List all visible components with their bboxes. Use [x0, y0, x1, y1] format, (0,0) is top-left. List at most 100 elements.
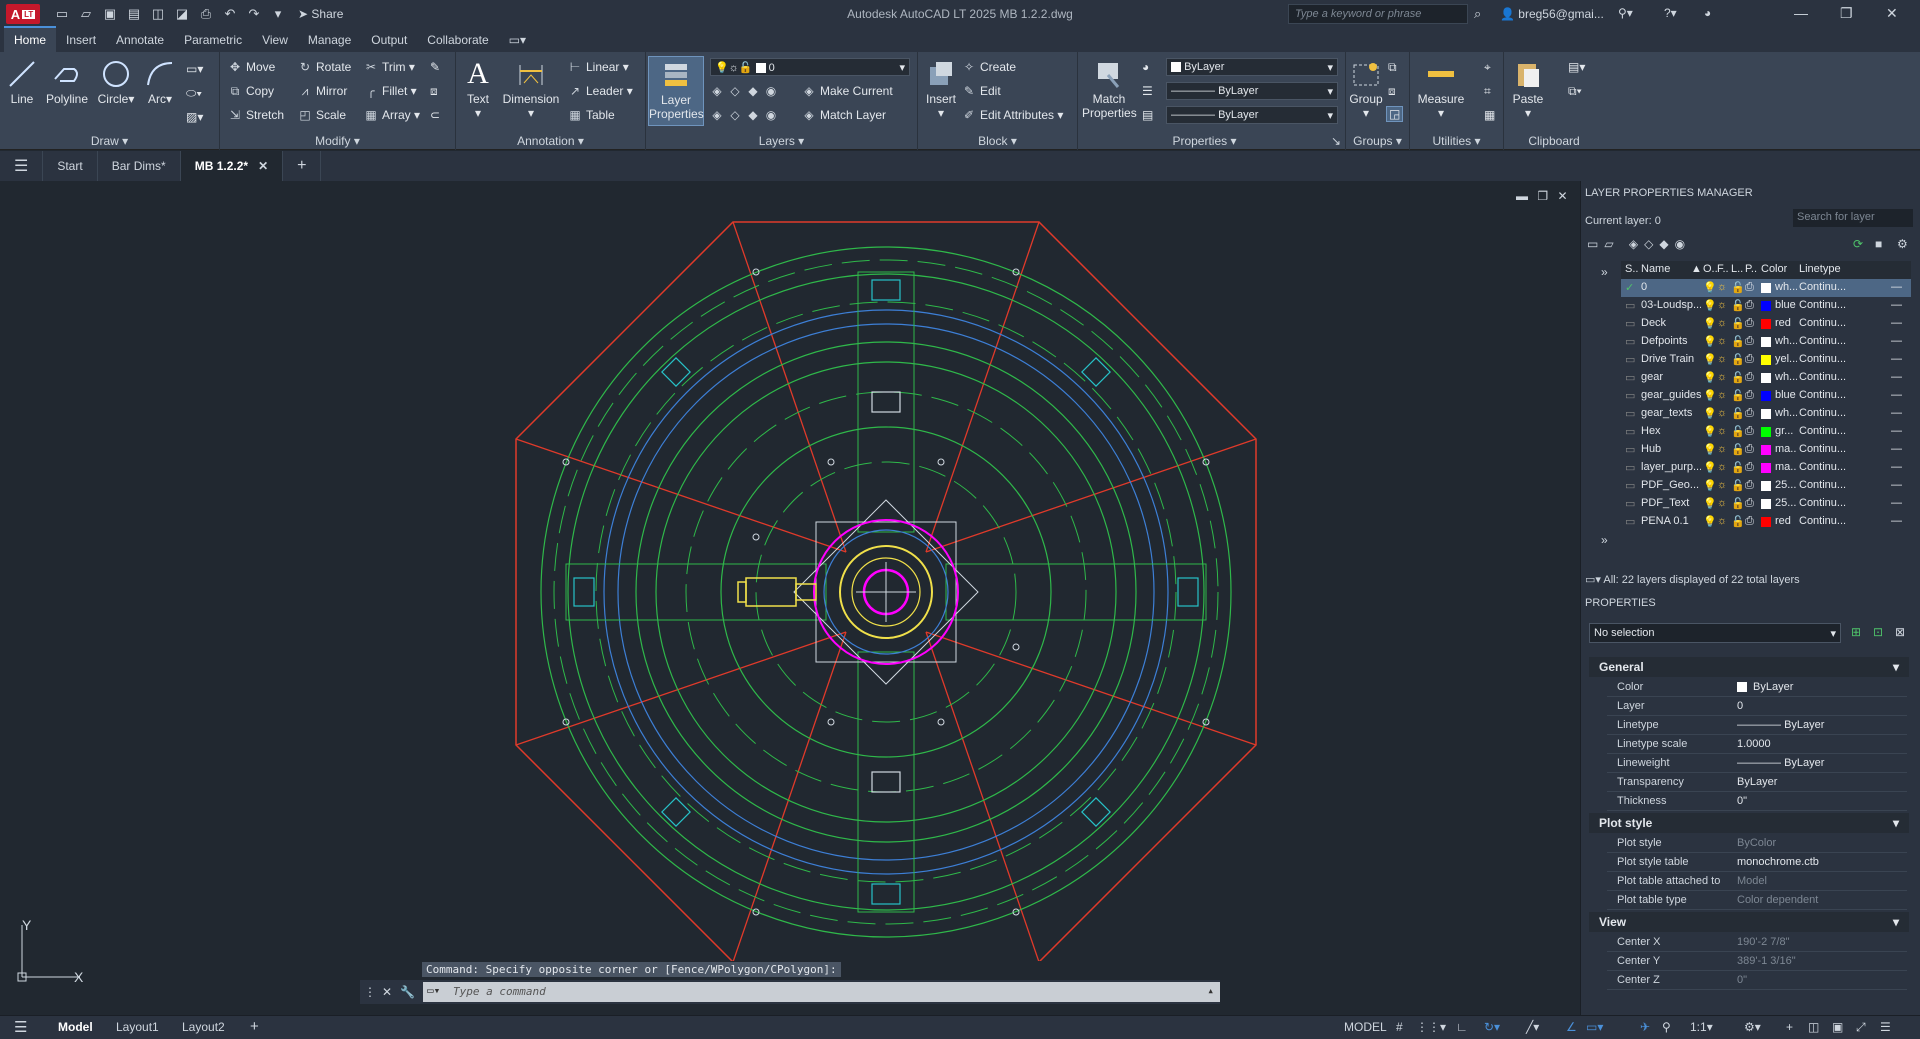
- command-grip-icon[interactable]: ⋮: [364, 985, 376, 999]
- sun-icon[interactable]: ☼: [1717, 299, 1727, 311]
- rectangle-icon[interactable]: ▭▾: [186, 62, 203, 76]
- layer-properties-button[interactable]: Layer Properties: [648, 56, 704, 126]
- bulb-icon[interactable]: 💡: [1703, 335, 1717, 348]
- close-icon[interactable]: ✕: [1886, 5, 1898, 22]
- make-current-button[interactable]: ◈ Make Current: [802, 84, 892, 98]
- sun-icon[interactable]: ☼: [1717, 371, 1727, 383]
- properties-panel-title[interactable]: Properties ▾ ↘: [1078, 134, 1345, 148]
- unlock-icon[interactable]: 🔓: [1731, 371, 1745, 384]
- refresh-icon[interactable]: ⟳: [1853, 237, 1863, 251]
- isolate-objects-icon[interactable]: ◫: [1808, 1020, 1819, 1034]
- printer-icon[interactable]: ⎙: [1745, 497, 1754, 510]
- layer-dropdown[interactable]: 💡☼🔓 0 ▾: [710, 58, 910, 76]
- polyline-button[interactable]: Polyline: [44, 58, 90, 106]
- edit-block-button[interactable]: ✎ Edit: [962, 84, 1001, 98]
- settings-icon[interactable]: ⚙: [1897, 237, 1908, 251]
- layer-row[interactable]: ▭ 03-Loudsp... 💡 ☼ 🔓 ⎙ blue Continu... —: [1621, 297, 1911, 315]
- tab-insert[interactable]: Insert: [56, 28, 106, 52]
- layer-linetype[interactable]: Continu...: [1799, 461, 1855, 473]
- property-row[interactable]: Linetype scale 1.0000: [1607, 735, 1907, 754]
- viewport-minimize-icon[interactable]: ▬: [1516, 189, 1528, 203]
- clean-screen-icon[interactable]: ⤢: [1856, 1020, 1866, 1035]
- trim-button[interactable]: ✂ Trim ▾: [364, 60, 415, 74]
- measure-button[interactable]: Measure ▾: [1414, 58, 1468, 120]
- new-layer-icon[interactable]: ◈: [1629, 237, 1644, 251]
- invert-filter-icon[interactable]: ■: [1875, 237, 1882, 251]
- col-on[interactable]: O..: [1703, 263, 1718, 275]
- calculator-icon[interactable]: ▦: [1484, 108, 1495, 122]
- bulb-icon[interactable]: 💡: [1703, 461, 1717, 474]
- save-icon[interactable]: ▣: [102, 6, 118, 22]
- property-row[interactable]: Center Y 389'-1 3/16": [1607, 952, 1907, 971]
- customize-qat-icon[interactable]: ▾: [270, 6, 286, 22]
- printer-icon[interactable]: ⎙: [1745, 443, 1754, 456]
- scale-button[interactable]: ◰ Scale: [298, 108, 346, 122]
- isodraft-icon[interactable]: ╱▾: [1526, 1020, 1539, 1034]
- quick-select-icon[interactable]: ⊠: [1895, 625, 1905, 639]
- autodesk-app-icon[interactable]: ⚲▾: [1618, 6, 1633, 20]
- copy-button[interactable]: ⧉ Copy: [228, 84, 274, 99]
- toggle-pickadd-icon[interactable]: ⊞: [1851, 625, 1861, 639]
- groups-panel-title[interactable]: Groups ▾: [1346, 134, 1409, 148]
- layer-row[interactable]: ▭ Drive Train 💡 ☼ 🔓 ⎙ yel... Continu... —: [1621, 351, 1911, 369]
- printer-icon[interactable]: ⎙: [1745, 353, 1754, 366]
- unlock-icon[interactable]: 🔓: [1731, 335, 1745, 348]
- layer-row[interactable]: ▭ Hex 💡 ☼ 🔓 ⎙ gr... Continu... —: [1621, 423, 1911, 441]
- tab-collaborate[interactable]: Collaborate: [417, 28, 498, 52]
- annotation-panel-title[interactable]: Annotation ▾: [456, 134, 645, 148]
- printer-icon[interactable]: ⎙: [1745, 461, 1754, 474]
- tab-annotate[interactable]: Annotate: [106, 28, 174, 52]
- dimension-button[interactable]: Dimension ▾: [500, 58, 562, 120]
- layer-color-swatch[interactable]: [1761, 391, 1771, 401]
- match-layer-button[interactable]: ◈ Match Layer: [802, 108, 886, 122]
- layout-menu-icon[interactable]: ☰: [14, 1018, 27, 1036]
- layer-row[interactable]: ▭ PDF_Geo... 💡 ☼ 🔓 ⎙ 25... Continu... —: [1621, 477, 1911, 495]
- delete-layer-icon[interactable]: ◆: [1659, 237, 1674, 251]
- explode-icon[interactable]: ⧈: [430, 84, 438, 99]
- add-icon[interactable]: +: [1786, 1020, 1793, 1034]
- bulb-icon[interactable]: 💡: [1703, 425, 1717, 438]
- sun-icon[interactable]: ☼: [1717, 389, 1727, 401]
- layer-color-swatch[interactable]: [1761, 373, 1771, 383]
- bulb-icon[interactable]: 💡: [1703, 389, 1717, 402]
- layer-linetype[interactable]: Continu...: [1799, 389, 1855, 401]
- printer-icon[interactable]: ⎙: [1745, 479, 1754, 492]
- unlock-icon[interactable]: 🔓: [1731, 515, 1745, 528]
- leader-button[interactable]: ↗ Leader ▾: [568, 84, 633, 98]
- layer-states-icon[interactable]: ▱: [1604, 237, 1619, 251]
- layer-color-swatch[interactable]: [1761, 445, 1771, 455]
- printer-icon[interactable]: ⎙: [1745, 371, 1754, 384]
- cut-icon[interactable]: ▤▾: [1568, 60, 1585, 74]
- sun-icon[interactable]: ☼: [1717, 425, 1727, 437]
- bulb-icon[interactable]: 💡: [1703, 443, 1717, 456]
- tab-start[interactable]: Start: [43, 151, 98, 181]
- layer-search-input[interactable]: Search for layer: [1793, 209, 1913, 227]
- property-row[interactable]: Layer 0: [1607, 697, 1907, 716]
- drawing-canvas[interactable]: ▬ ❐ ✕ Y X Command: Specify opposite corn…: [0, 181, 1580, 1015]
- layer-linetype[interactable]: Continu...: [1799, 443, 1855, 455]
- sun-icon[interactable]: ☼: [1717, 281, 1727, 293]
- create-block-button[interactable]: ✧ Create: [962, 60, 1016, 74]
- layer-color-swatch[interactable]: [1761, 499, 1771, 509]
- new-layer-vp-frozen-icon[interactable]: ◇: [1644, 237, 1659, 251]
- stretch-button[interactable]: ⇲ Stretch: [228, 108, 284, 122]
- unlock-icon[interactable]: 🔓: [1731, 425, 1745, 438]
- layer-row[interactable]: ▭ PENA 0.1 💡 ☼ 🔓 ⎙ red Continu... —: [1621, 513, 1911, 531]
- unlock-icon[interactable]: 🔓: [1731, 479, 1745, 492]
- bulb-icon[interactable]: 💡: [1703, 515, 1717, 528]
- layer-isolate-icon[interactable]: ◇: [728, 84, 742, 98]
- layer-on-icon[interactable]: ◈: [710, 108, 724, 122]
- unlock-icon[interactable]: 🔓: [1731, 461, 1745, 474]
- property-row[interactable]: Plot style ByColor: [1607, 834, 1907, 853]
- object-snap-icon[interactable]: ▭▾: [1586, 1020, 1603, 1034]
- section-view[interactable]: View ▾: [1589, 912, 1909, 932]
- add-layout-icon[interactable]: +: [250, 1018, 259, 1035]
- mirror-button[interactable]: ⩘ Mirror: [298, 84, 348, 99]
- section-plot-style[interactable]: Plot style ▾: [1589, 813, 1909, 833]
- help-search-input[interactable]: Type a keyword or phrase: [1288, 4, 1468, 24]
- redo-icon[interactable]: ↷: [246, 6, 262, 22]
- printer-icon[interactable]: ⎙: [1745, 281, 1754, 294]
- new-icon[interactable]: ▭: [54, 6, 70, 22]
- match-properties-button[interactable]: Match Properties: [1082, 58, 1137, 120]
- table-button[interactable]: ▦ Table: [568, 108, 614, 122]
